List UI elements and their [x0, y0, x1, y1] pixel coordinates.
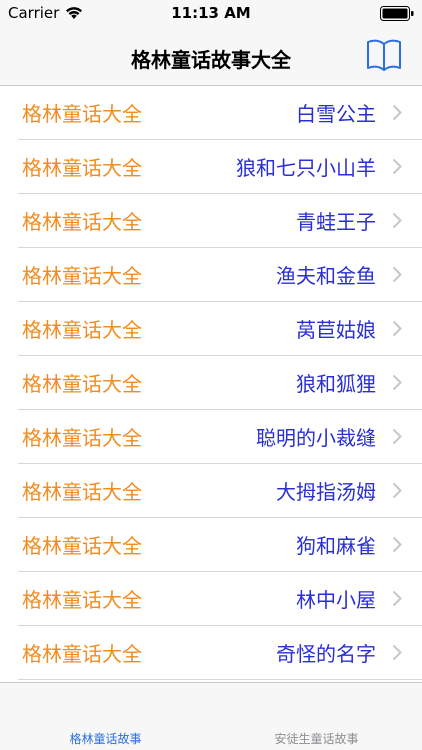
list-item-title: 白雪公主 — [296, 102, 376, 126]
story-list: 格林童话大全 白雪公主 格林童话大全 狼和七只小山羊 格林童话大全 青蛙王子 格林童话大全渔… — [0, 86, 422, 682]
chevron-right-icon — [392, 482, 402, 499]
list-item-title: 渔夫和金鱼 — [276, 264, 376, 288]
list-item-category: 格林童话大全 — [22, 534, 142, 558]
list-item-category: 格林童话大全 — [22, 480, 142, 504]
tab-bar: 格林童话故事 安徒生童话故事 — [0, 682, 422, 750]
tab-label: 安徒生童话故事 — [274, 732, 359, 746]
list-item-title: 林中小屋 — [296, 588, 376, 612]
page-title: 格林童话故事大全 — [131, 48, 291, 72]
list-item[interactable]: 格林童话大全 莴苣姑娘 — [18, 302, 422, 356]
chevron-right-icon — [392, 428, 402, 445]
tab-grimm-stories[interactable]: 格林童话故事 — [0, 683, 211, 750]
chevron-right-icon — [392, 644, 402, 661]
list-item-category: 格林童话大全 — [22, 642, 142, 666]
chevron-right-icon — [392, 104, 402, 121]
list-item-category: 格林童话大全 — [22, 318, 142, 342]
app-screen: Carrier 11:13 AM 格林童话故事大全 格林童话大全 白雪公主 格林童话… — [0, 0, 422, 750]
list-item-title: 聪明的小裁缝 — [256, 426, 376, 450]
list-item[interactable]: 格林童话大全 狼和狐狸 — [18, 356, 422, 410]
list-item-title: 狼和狐狸 — [296, 372, 376, 396]
list-item[interactable]: 格林童话大全 聪明的小裁缝 — [18, 410, 422, 464]
status-time: 11:13 AM — [171, 4, 251, 22]
chevron-right-icon — [392, 374, 402, 391]
chevron-right-icon — [392, 212, 402, 229]
list-item-title: 莴苣姑娘 — [296, 318, 376, 342]
tab-andersen-stories[interactable]: 安徒生童话故事 — [211, 683, 422, 750]
status-bar: Carrier 11:13 AM — [0, 0, 422, 28]
list-item[interactable]: 格林童话大全 青蛙王子 — [18, 194, 422, 248]
navigation-bar: 格林童话故事大全 — [0, 28, 422, 86]
list-item[interactable]: 格林童话大全 白雪公主 — [18, 86, 422, 140]
list-item-title: 青蛙王子 — [296, 210, 376, 234]
list-item-category: 格林童话大全 — [22, 102, 142, 126]
book-icon[interactable] — [366, 38, 402, 72]
chevron-right-icon — [392, 320, 402, 337]
chevron-right-icon — [392, 158, 402, 175]
chevron-right-icon — [392, 266, 402, 283]
battery-icon — [380, 6, 414, 21]
list-item-category: 格林童话大全 — [22, 372, 142, 396]
list-item-title: 狼和七只小山羊 — [236, 156, 376, 180]
list-item[interactable]: 格林童话大全 奇怪的名字 — [18, 626, 422, 680]
list-item[interactable]: 格林童话大全 大拇指汤姆 — [18, 464, 422, 518]
list-item-title: 奇怪的名字 — [276, 642, 376, 666]
list-item-category: 格林童话大全 — [22, 426, 142, 450]
list-item[interactable]: 格林童话大全 狗和麻雀 — [18, 518, 422, 572]
list-item[interactable]: 格林童话大全 林中小屋 — [18, 572, 422, 626]
list-item-category: 格林童话大全 — [22, 156, 142, 180]
list-item-title: 狗和麻雀 — [296, 534, 376, 558]
chevron-right-icon — [392, 536, 402, 553]
list-item[interactable]: 格林童话大全 渔夫和金鱼 — [18, 248, 422, 302]
list-item-category: 格林童话大全 — [22, 264, 142, 288]
list-item-title: 大拇指汤姆 — [276, 480, 376, 504]
list-item-category: 格林童话大全 — [22, 210, 142, 234]
chevron-right-icon — [392, 590, 402, 607]
list-item-category: 格林童话大全 — [22, 588, 142, 612]
list-item[interactable]: 格林童话大全 狼和七只小山羊 — [18, 140, 422, 194]
tab-label: 格林童话故事 — [69, 732, 142, 746]
